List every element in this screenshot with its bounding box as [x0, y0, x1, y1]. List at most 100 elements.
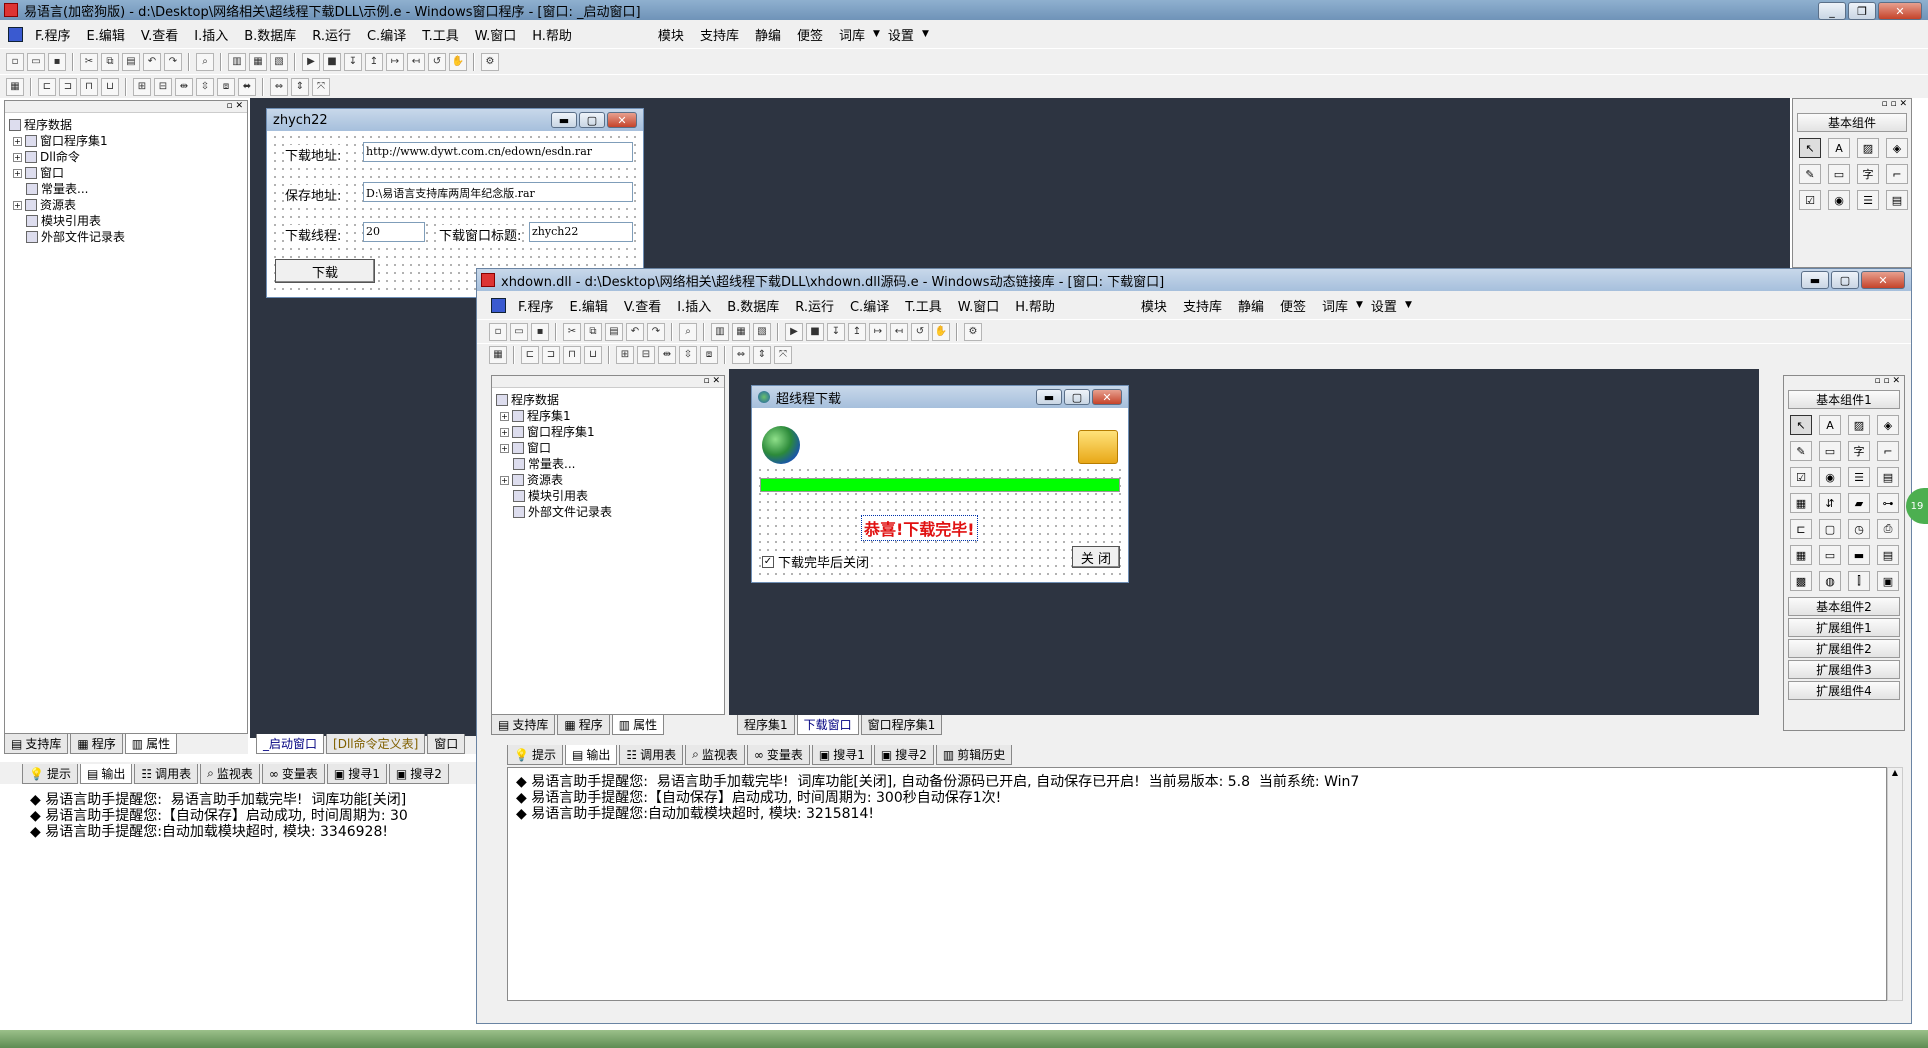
tab-window-assembly-1[interactable]: 窗口程序集1: [860, 715, 943, 735]
copy-icon[interactable]: ⧉: [101, 52, 119, 71]
align-top-icon[interactable]: ⊓: [563, 345, 581, 364]
split-icon[interactable]: ⫿: [1848, 571, 1870, 591]
layout-3-icon[interactable]: ▧: [753, 322, 771, 341]
menu-static-compile[interactable]: 静编: [1230, 296, 1272, 315]
find-icon[interactable]: ⌕: [196, 52, 214, 71]
maximize-button[interactable]: ▢: [1064, 389, 1090, 405]
tree-item[interactable]: + 资源表: [496, 472, 720, 488]
checkbox-icon[interactable]: ☑: [1790, 467, 1812, 487]
progress-icon[interactable]: ▰: [1848, 493, 1870, 513]
tab-watch[interactable]: ⌕ 监视表: [685, 745, 745, 765]
tab-download-window[interactable]: 下载窗口: [796, 715, 859, 735]
tab-search-2[interactable]: ▣ 搜寻2: [873, 745, 934, 765]
helper-icon[interactable]: ⚙: [964, 322, 982, 341]
tab-dll-commands[interactable]: [Dll命令定义表]: [326, 734, 426, 754]
new-file-icon[interactable]: ▫: [489, 322, 507, 341]
tab-properties[interactable]: ▥ 属性: [124, 734, 178, 754]
grid-list-icon[interactable]: ▤: [1877, 467, 1899, 487]
tab-variables[interactable]: ∞ 变量表: [746, 745, 810, 765]
label-icon[interactable]: A: [1819, 415, 1841, 435]
menu-settings[interactable]: 设置: [880, 25, 922, 44]
tab-output[interactable]: ▤ 输出: [79, 764, 133, 784]
tab-search-1[interactable]: ▣ 搜寻1: [811, 745, 872, 765]
image-icon[interactable]: ▨: [1857, 138, 1879, 158]
same-size-icon[interactable]: ⧈: [217, 77, 235, 96]
button-icon[interactable]: ▭: [1819, 441, 1841, 461]
shape-icon[interactable]: ◈: [1886, 138, 1908, 158]
label-icon[interactable]: A: [1828, 138, 1850, 158]
step-5-icon[interactable]: ↺: [428, 52, 446, 71]
layout-2-icon[interactable]: ▦: [249, 52, 267, 71]
close-button[interactable]: ✕: [1092, 389, 1122, 405]
save-icon[interactable]: ▪: [48, 52, 66, 71]
window-title-input[interactable]: zhych22: [529, 222, 633, 242]
align-top-icon[interactable]: ⊓: [80, 77, 98, 96]
menu-program[interactable]: F.程序: [27, 25, 79, 44]
tree-item[interactable]: + 资源表: [9, 197, 243, 213]
menu-support-lib[interactable]: 支持库: [1175, 296, 1230, 315]
print-icon[interactable]: ⎙: [1877, 519, 1899, 539]
save-address-input[interactable]: D:\易语言支持库两周年纪念版.rar: [363, 182, 633, 202]
tree-item[interactable]: + 窗口程序集1: [496, 424, 720, 440]
tab-program[interactable]: ▦ 程序: [557, 715, 610, 735]
menu-insert[interactable]: I.插入: [186, 25, 236, 44]
center-h-icon[interactable]: ⊞: [616, 345, 634, 364]
step-1-icon[interactable]: ↧: [344, 52, 362, 71]
tab-window[interactable]: 窗口: [427, 734, 466, 754]
tab-clip-history[interactable]: ▥ 剪辑历史: [935, 745, 1013, 765]
tab-icon[interactable]: ⊏: [1790, 519, 1812, 539]
space-v-icon[interactable]: ⇳: [679, 345, 697, 364]
radio-icon[interactable]: ◉: [1819, 467, 1841, 487]
tree-item[interactable]: 常量表...: [9, 181, 243, 197]
menu-database[interactable]: B.数据库: [719, 296, 787, 315]
open-file-icon[interactable]: ▭: [27, 52, 45, 71]
align-left-icon[interactable]: ⊏: [521, 345, 539, 364]
radio-icon[interactable]: ◉: [1828, 190, 1850, 210]
center-h-icon[interactable]: ⊞: [133, 77, 151, 96]
component-category[interactable]: 扩展组件3: [1788, 660, 1900, 679]
hand-icon[interactable]: ✋: [932, 322, 950, 341]
menu-insert[interactable]: I.插入: [669, 296, 719, 315]
menu-notes[interactable]: 便签: [1272, 296, 1314, 315]
outer-components-header[interactable]: 基本组件: [1797, 113, 1907, 132]
tree-item[interactable]: 模块引用表: [9, 213, 243, 229]
edit-box-icon[interactable]: ✎: [1790, 441, 1812, 461]
save-icon[interactable]: ▪: [531, 322, 549, 341]
scroll-icon[interactable]: ⇵: [1819, 493, 1841, 513]
same-size-icon[interactable]: ⧈: [700, 345, 718, 364]
tab-call-stack[interactable]: ☷ 调用表: [619, 745, 684, 765]
document-icon[interactable]: ▤: [1877, 545, 1899, 565]
paste-icon[interactable]: ▤: [122, 52, 140, 71]
text-icon[interactable]: 字: [1848, 441, 1870, 461]
tree-item[interactable]: 外部文件记录表: [496, 504, 720, 520]
minimize-button[interactable]: ▬: [551, 112, 577, 128]
image-icon[interactable]: ▨: [1848, 415, 1870, 435]
hand-icon[interactable]: ✋: [449, 52, 467, 71]
panel-pin-close[interactable]: ▫ ✕: [5, 101, 247, 113]
step-4-icon[interactable]: ↤: [890, 322, 908, 341]
tree-item[interactable]: 外部文件记录表: [9, 229, 243, 245]
close-button[interactable]: ✕: [607, 112, 637, 128]
folder-icon[interactable]: ▬: [1848, 545, 1870, 565]
threads-input[interactable]: 20: [363, 222, 425, 242]
line-icon[interactable]: ⌐: [1877, 441, 1899, 461]
center-v-icon[interactable]: ⊟: [154, 77, 172, 96]
step-3-icon[interactable]: ↦: [869, 322, 887, 341]
menu-static-compile[interactable]: 静编: [747, 25, 789, 44]
tab-search-1[interactable]: ▣ 搜寻1: [326, 764, 387, 784]
list-icon[interactable]: ☰: [1857, 190, 1879, 210]
line-icon[interactable]: ⌐: [1886, 164, 1908, 184]
menu-help[interactable]: H.帮助: [1007, 296, 1063, 315]
menu-edit[interactable]: E.编辑: [562, 296, 616, 315]
menu-view[interactable]: V.查看: [133, 25, 186, 44]
stop-icon[interactable]: ■: [806, 322, 824, 341]
size-v-icon[interactable]: ⇕: [753, 345, 771, 364]
step-3-icon[interactable]: ↦: [386, 52, 404, 71]
edit-box-icon[interactable]: ✎: [1799, 164, 1821, 184]
menu-window[interactable]: W.窗口: [950, 296, 1008, 315]
redo-icon[interactable]: ↷: [647, 322, 665, 341]
pointer-icon[interactable]: ↖: [1799, 138, 1821, 158]
close-button[interactable]: ✕: [1878, 2, 1922, 20]
run-icon[interactable]: ▶: [302, 52, 320, 71]
close-dialog-button[interactable]: 关 闭: [1072, 546, 1120, 568]
